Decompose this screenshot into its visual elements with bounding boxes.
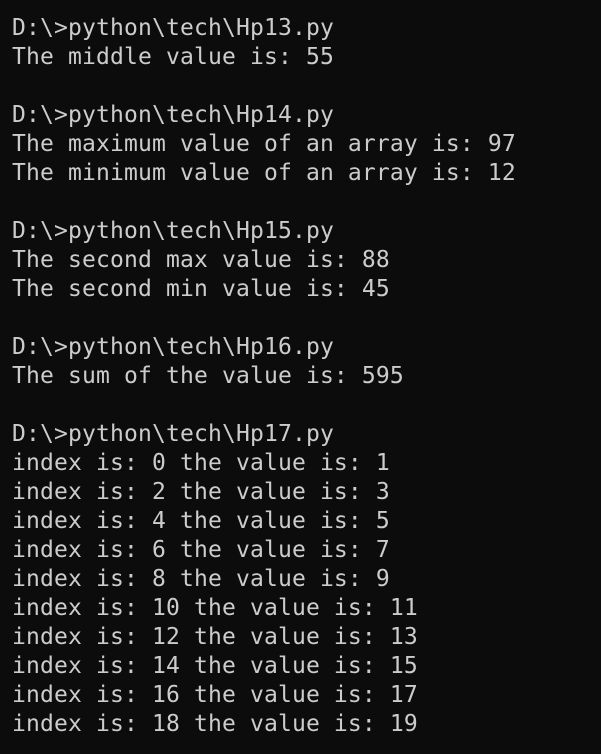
output-line: index is: 4 the value is: 5: [12, 508, 390, 534]
output-line: The sum of the value is: 595: [12, 363, 404, 389]
output-line: index is: 6 the value is: 7: [12, 537, 390, 563]
output-line: index is: 16 the value is: 17: [12, 682, 418, 708]
output-line: index is: 12 the value is: 13: [12, 624, 418, 650]
output-line: index is: 14 the value is: 15: [12, 653, 418, 679]
output-line: The minimum value of an array is: 12: [12, 160, 516, 186]
output-line: The second max value is: 88: [12, 247, 390, 273]
output-line: The middle value is: 55: [12, 44, 334, 70]
prompt-line: D:\>python\tech\Hp17.py: [12, 421, 334, 447]
prompt-line: D:\>python\tech\Hp15.py: [12, 218, 334, 244]
output-line: index is: 18 the value is: 19: [12, 711, 418, 737]
terminal-output[interactable]: D:\>python\tech\Hp13.py The middle value…: [0, 0, 601, 754]
output-line: index is: 0 the value is: 1: [12, 450, 390, 476]
prompt-line: D:\>python\tech\Hp14.py: [12, 102, 334, 128]
output-line: index is: 10 the value is: 11: [12, 595, 418, 621]
output-line: index is: 8 the value is: 9: [12, 566, 390, 592]
output-line: The second min value is: 45: [12, 276, 390, 302]
output-line: index is: 2 the value is: 3: [12, 479, 390, 505]
prompt-line: D:\>python\tech\Hp16.py: [12, 334, 334, 360]
output-line: The maximum value of an array is: 97: [12, 131, 516, 157]
prompt-line: D:\>python\tech\Hp13.py: [12, 15, 334, 41]
